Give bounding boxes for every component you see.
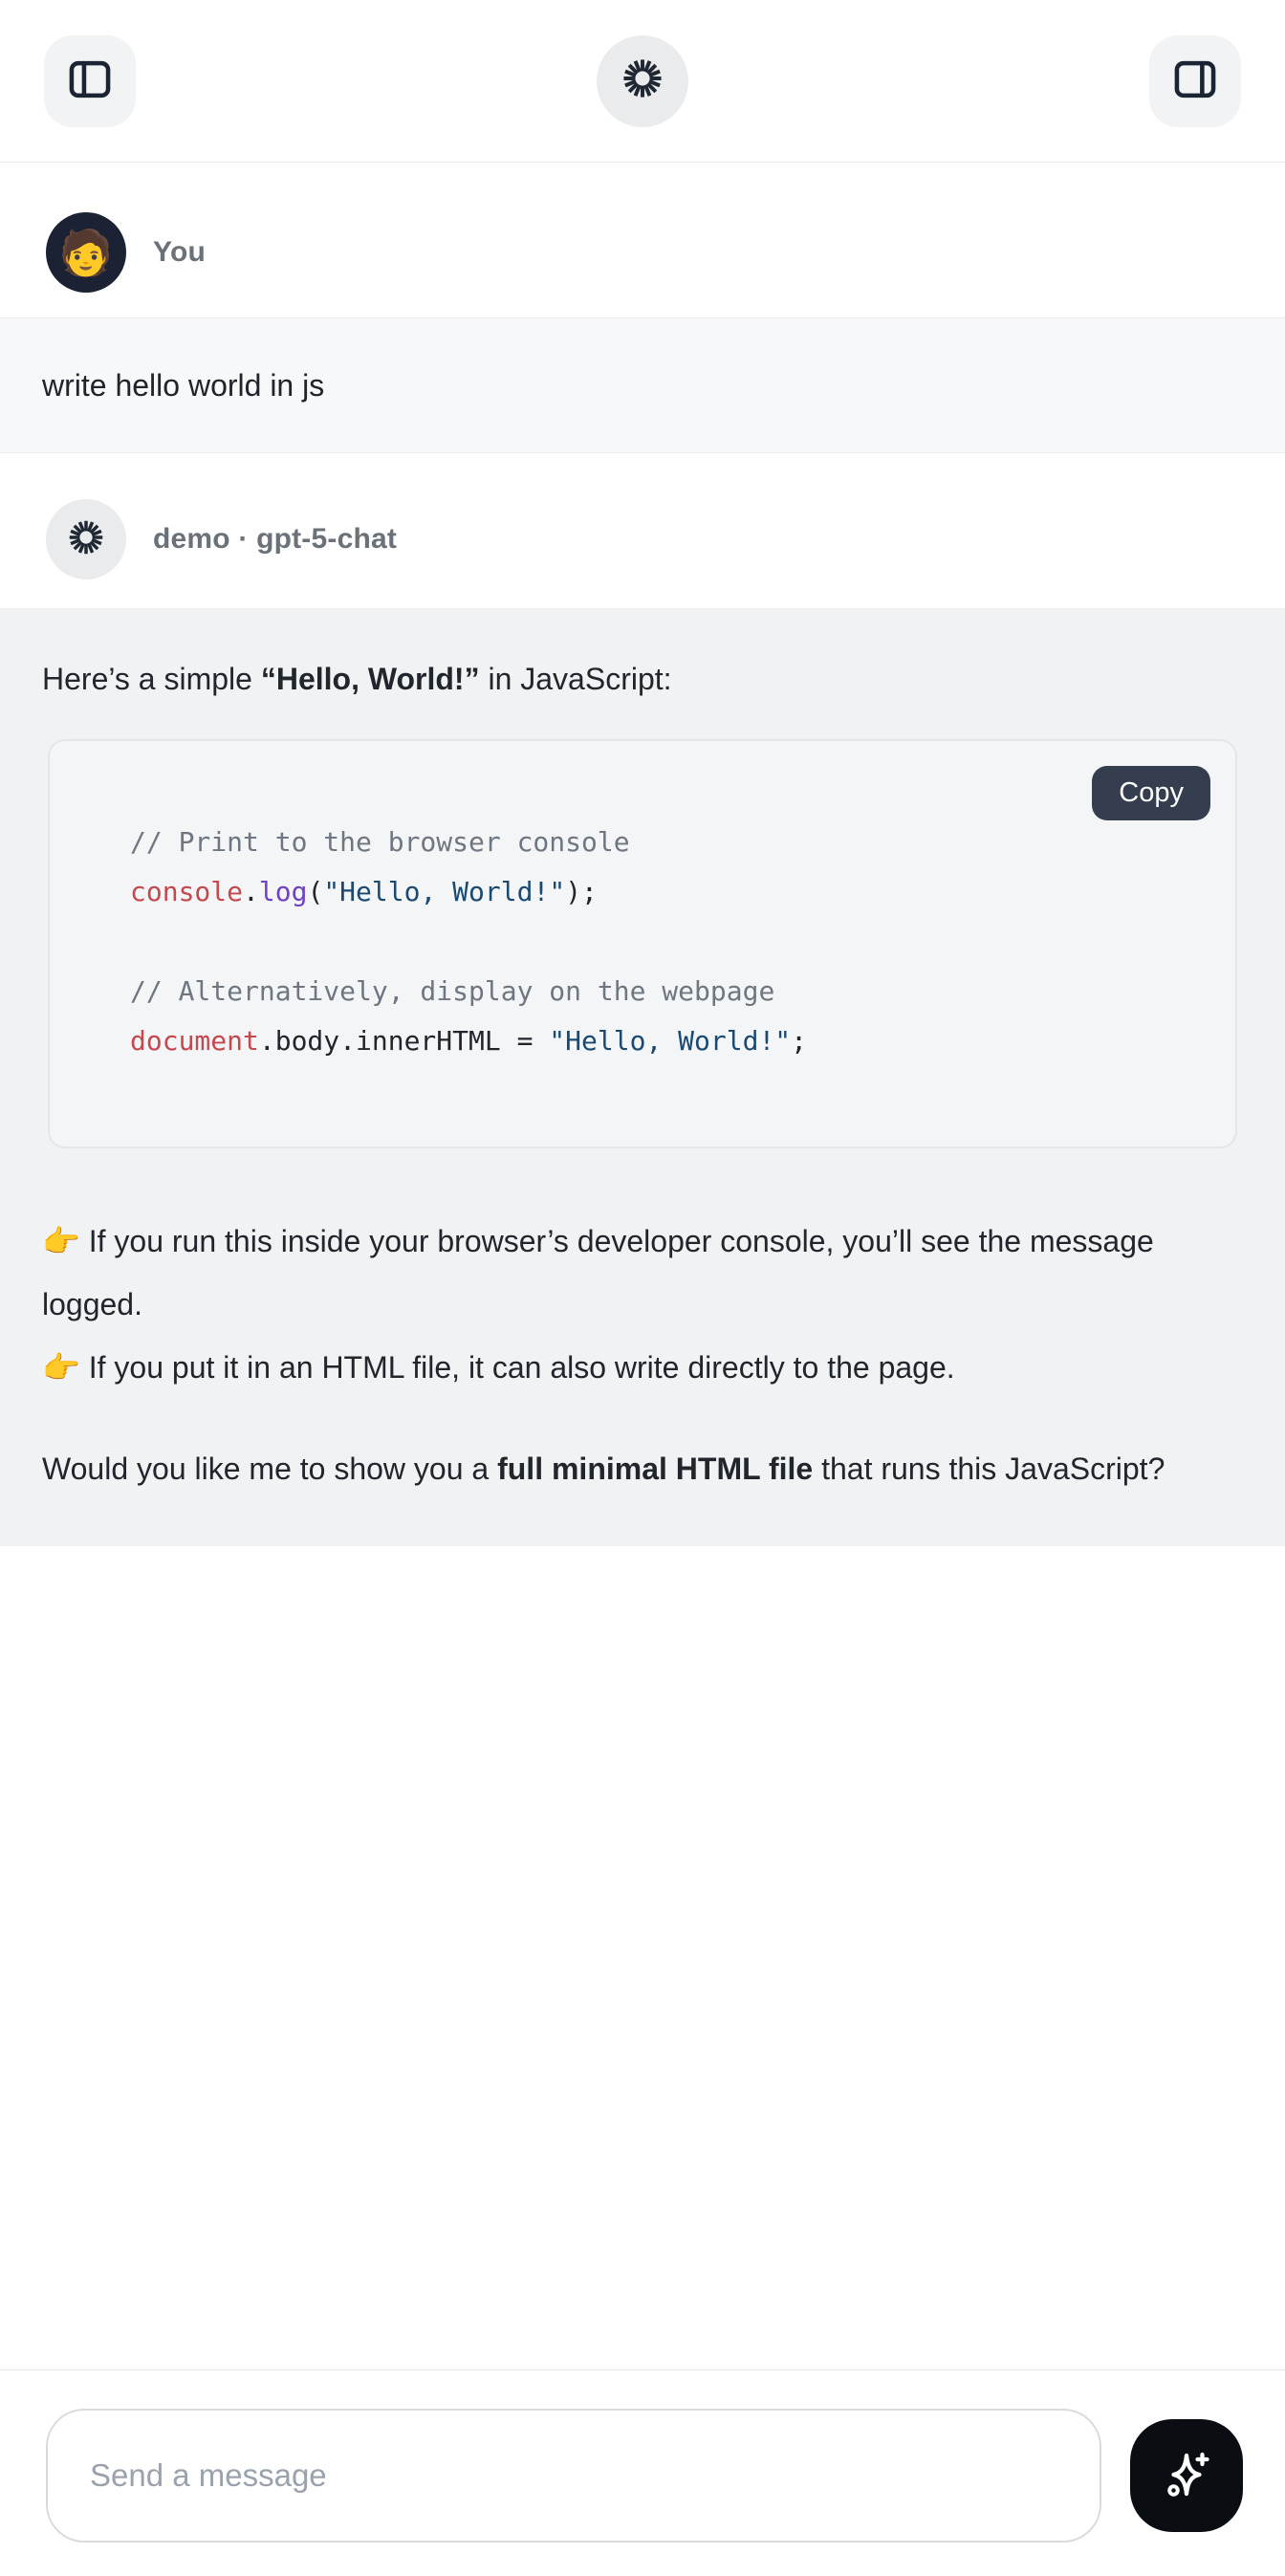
assistant-tips-text: 👉 If you run this inside your browser’s … [42,1210,1243,1399]
chat-app: 🧑 You write hello world in js [0,0,1285,2576]
message-input[interactable] [46,2409,1101,2543]
composer-bar [0,2369,1285,2576]
assistant-question-text: Would you like me to show you a full min… [42,1437,1243,1500]
assistant-starburst-icon [65,516,107,563]
conversation-area: 🧑 You write hello world in js [0,163,1285,2369]
sparkle-send-icon [1158,2446,1215,2506]
assistant-author-row: demo · gpt-5-chat [0,499,1285,579]
code-content: // Print to the browser consoleconsole.l… [50,741,1235,1146]
assistant-message: Here’s a simple “Hello, World!” in JavaS… [0,608,1285,1546]
user-message: write hello world in js [0,317,1285,453]
assistant-avatar [46,499,126,579]
top-bar [0,0,1285,163]
user-author-label: You [153,236,206,269]
assistant-intro-text: Here’s a simple “Hello, World!” in JavaS… [42,647,1243,710]
user-author-row: 🧑 You [0,212,1285,293]
code-block: Copy // Print to the browser consolecons… [48,739,1237,1148]
user-avatar-emoji: 🧑 [58,230,113,274]
assistant-author-label: demo · gpt-5-chat [153,523,397,556]
user-message-text: write hello world in js [42,368,324,404]
send-button[interactable] [1130,2419,1243,2532]
model-starburst-icon [619,55,666,107]
copy-code-button[interactable]: Copy [1092,766,1210,820]
right-panel-toggle-icon [1170,55,1220,107]
model-logo-badge [597,35,688,127]
sidebar-toggle-button[interactable] [44,35,136,127]
right-panel-toggle-button[interactable] [1149,35,1241,127]
sidebar-toggle-icon [65,55,115,107]
user-avatar: 🧑 [46,212,126,293]
